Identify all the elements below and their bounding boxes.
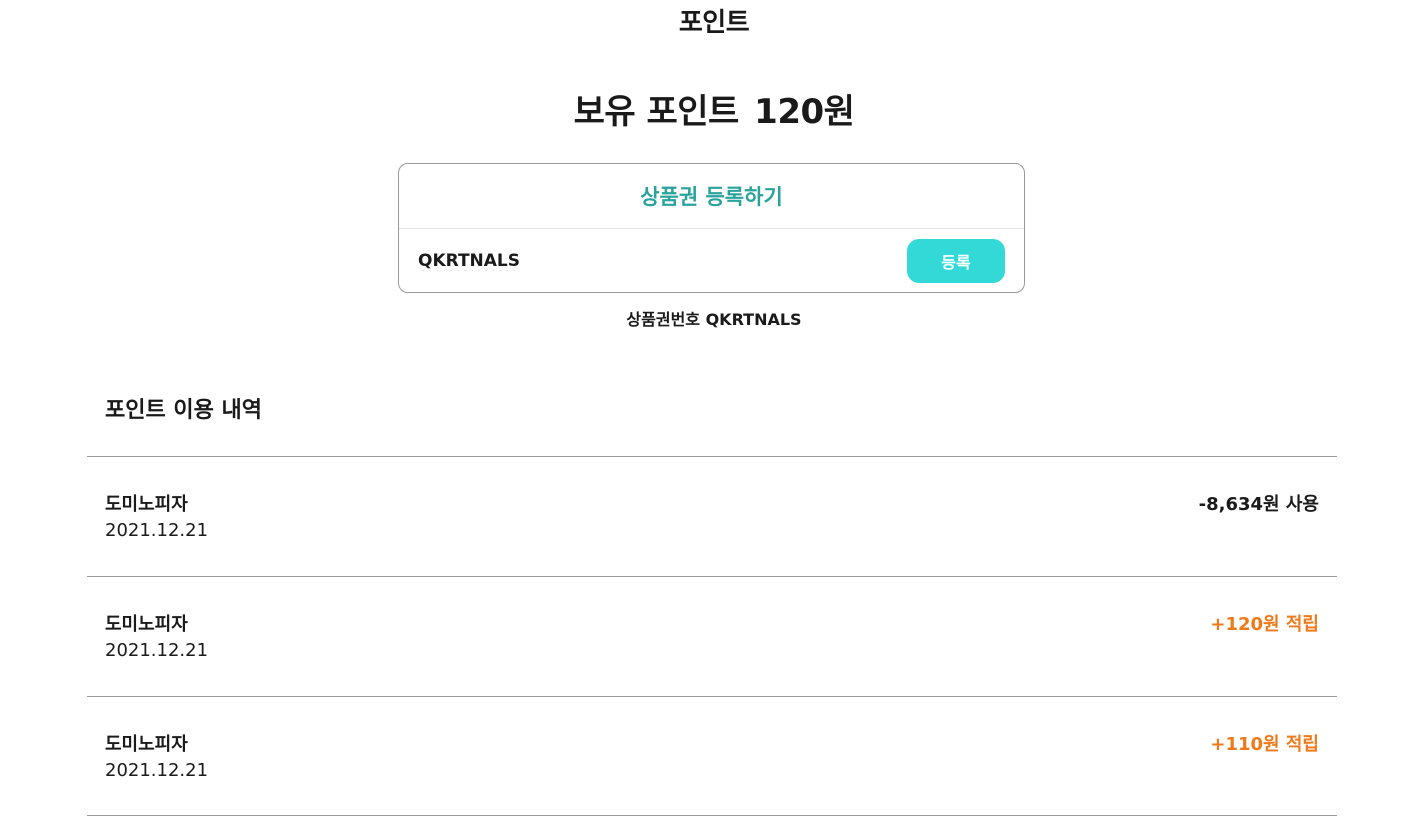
point-balance: 보유 포인트 120원 xyxy=(0,84,1428,133)
row-amount: +110원 적립 xyxy=(1210,734,1319,755)
row-date: 2021.12.21 xyxy=(105,520,209,541)
balance-label: 보유 포인트 xyxy=(573,92,740,132)
row-amount: +120원 적립 xyxy=(1210,614,1319,635)
history-list: 도미노피자 2021.12.21 -8,634원 사용 도미노피자 2021.1… xyxy=(87,456,1337,816)
voucher-register-box: 상품권 등록하기 등록 xyxy=(398,163,1025,293)
row-store-name: 도미노피자 xyxy=(105,734,188,755)
register-button[interactable]: 등록 xyxy=(907,239,1005,283)
history-row: 도미노피자 2021.12.21 -8,634원 사용 xyxy=(87,456,1337,576)
history-row: 도미노피자 2021.12.21 +120원 적립 xyxy=(87,576,1337,696)
voucher-number-caption: 상품권번호 QKRTNALS xyxy=(626,310,802,329)
history-title: 포인트 이용 내역 xyxy=(105,398,262,423)
voucher-heading: 상품권 등록하기 xyxy=(399,164,1024,229)
row-amount: -8,634원 사용 xyxy=(1198,494,1319,515)
history-row: 도미노피자 2021.12.21 +110원 적립 xyxy=(87,696,1337,816)
page-title: 포인트 xyxy=(678,8,750,38)
voucher-code-input[interactable] xyxy=(418,251,858,271)
row-date: 2021.12.21 xyxy=(105,760,209,781)
points-page: 포인트 보유 포인트 120원 상품권 등록하기 등록 상품권번호 QKRTNA… xyxy=(0,0,1428,824)
balance-amount: 120원 xyxy=(754,92,855,132)
row-date: 2021.12.21 xyxy=(105,640,209,661)
row-store-name: 도미노피자 xyxy=(105,614,188,635)
voucher-input-row: 등록 xyxy=(399,229,1024,292)
row-store-name: 도미노피자 xyxy=(105,494,188,515)
